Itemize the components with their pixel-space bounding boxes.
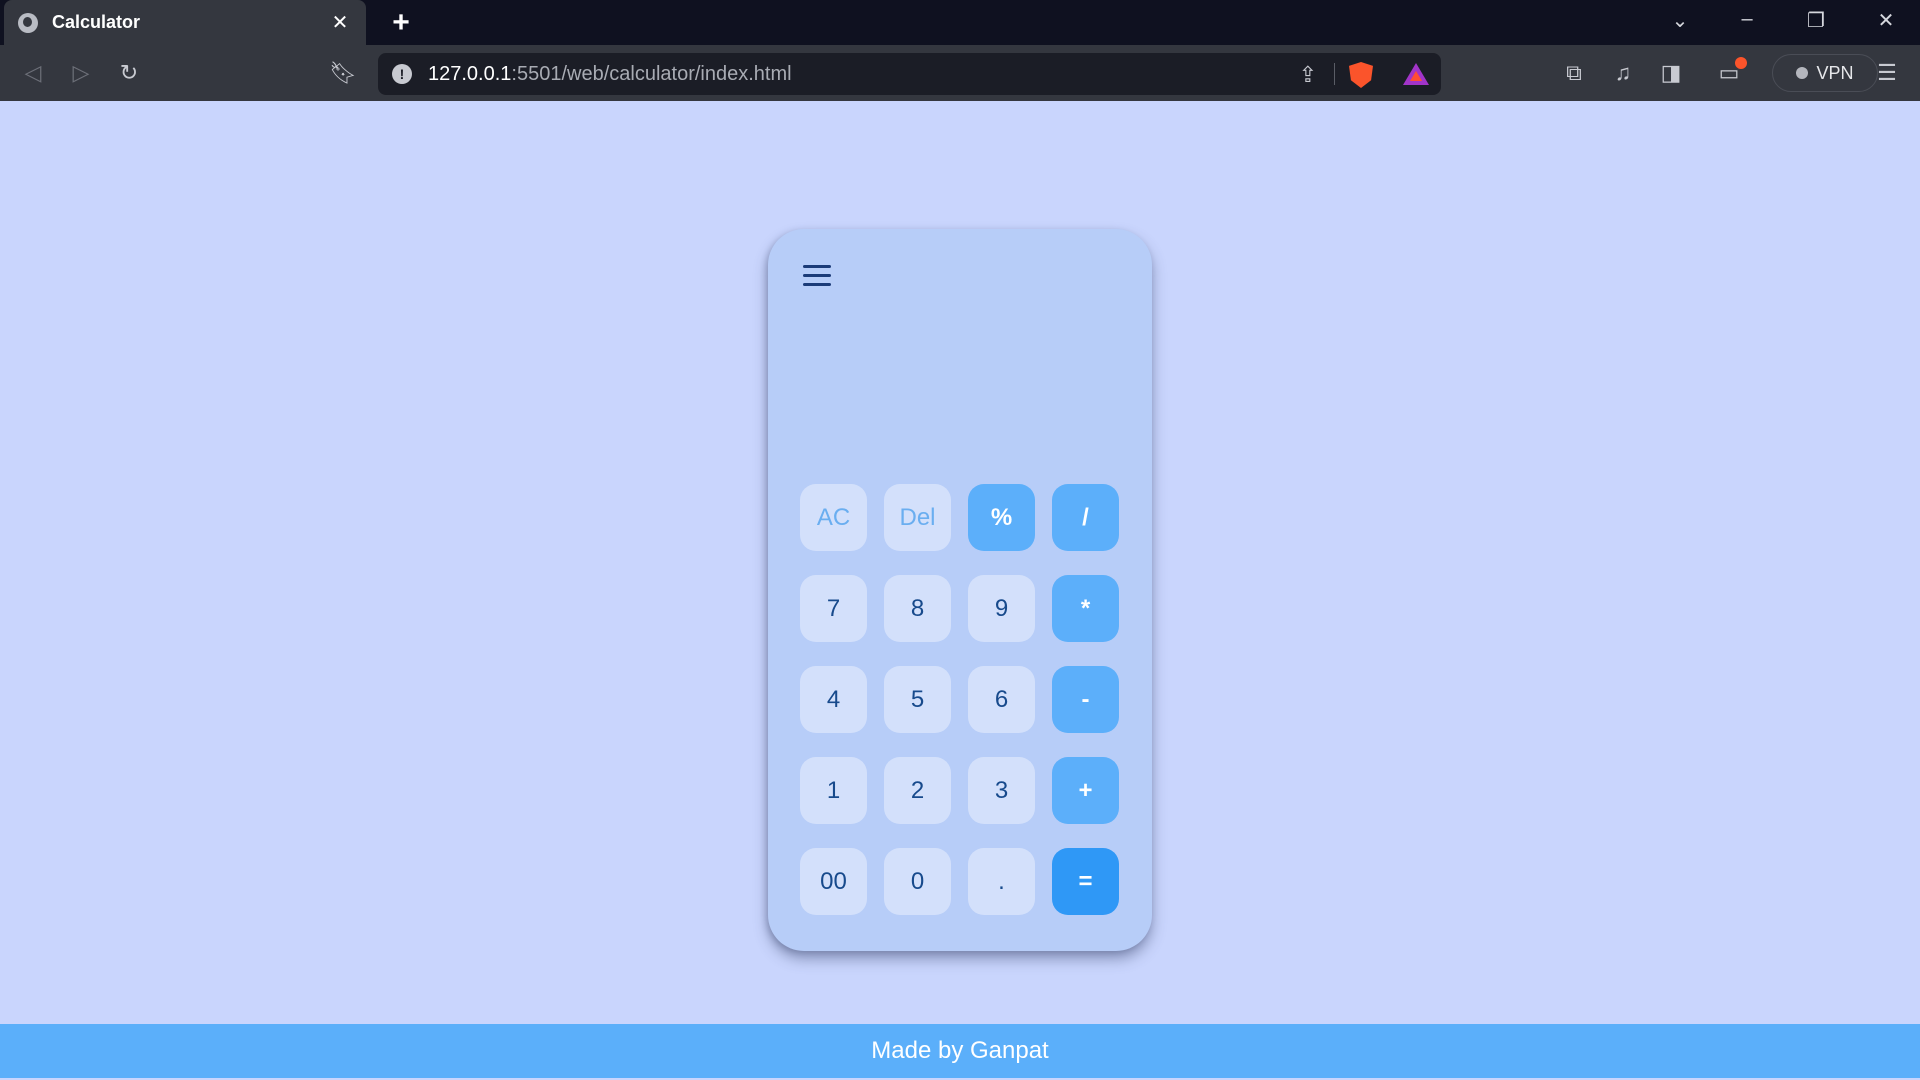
footer: Made by Ganpat xyxy=(0,1024,1920,1078)
multiply-button[interactable]: * xyxy=(1052,575,1119,642)
address-bar[interactable]: ! 127.0.0.1:5501/web/calculator/index.ht… xyxy=(378,53,1441,95)
url-path: :5501/web/calculator/index.html xyxy=(511,62,792,85)
back-icon[interactable]: ◁ xyxy=(18,59,48,89)
bookmark-icon[interactable]: 🔖︎ xyxy=(328,59,358,89)
divider xyxy=(1334,63,1335,85)
digit-9-button[interactable]: 9 xyxy=(968,575,1035,642)
main-menu-icon[interactable]: ☰ xyxy=(1872,59,1902,89)
digit-8-button[interactable]: 8 xyxy=(884,575,951,642)
digit-1-button[interactable]: 1 xyxy=(800,757,867,824)
calculator-display xyxy=(798,309,1122,419)
close-window-button[interactable]: ✕ xyxy=(1866,8,1906,33)
vpn-status-icon xyxy=(1796,67,1809,79)
url-host: 127.0.0.1 xyxy=(428,62,512,85)
tab-search-chevron-icon[interactable]: ⌄ xyxy=(1660,8,1700,33)
footer-text: Made by Ganpat xyxy=(871,1037,1049,1064)
tab-bar: Calculator ✕ + ⌄ – ❐ ✕ xyxy=(0,0,1920,45)
equals-button[interactable]: = xyxy=(1052,848,1119,915)
divide-button[interactable]: / xyxy=(1052,484,1119,551)
sidebar-icon[interactable]: ◨ xyxy=(1656,59,1686,89)
digit-3-button[interactable]: 3 xyxy=(968,757,1035,824)
add-button[interactable]: + xyxy=(1052,757,1119,824)
digit-7-button[interactable]: 7 xyxy=(800,575,867,642)
share-icon[interactable]: ⇪ xyxy=(1299,62,1317,88)
digit-4-button[interactable]: 4 xyxy=(800,666,867,733)
media-icon[interactable]: ♫ xyxy=(1608,59,1638,89)
calculator: AC Del%/7 8 9 * 4 5 6-1 2 3 +00 0. = xyxy=(768,229,1152,951)
hamburger-menu-icon[interactable] xyxy=(803,265,831,287)
close-tab-icon[interactable]: ✕ xyxy=(328,10,352,35)
tab-title: Calculator xyxy=(52,12,141,32)
extensions-icon[interactable]: ⧉ xyxy=(1559,59,1589,89)
vpn-label: VPN xyxy=(1816,62,1854,83)
double-zero-button[interactable]: 00 xyxy=(800,848,867,915)
site-info-icon[interactable]: ! xyxy=(392,64,412,84)
reload-icon[interactable]: ↻ xyxy=(114,59,144,89)
notification-badge xyxy=(1735,57,1747,69)
clear-button[interactable]: AC xyxy=(800,484,867,551)
digit-6-button[interactable]: 6 xyxy=(968,666,1035,733)
page-content: AC Del%/7 8 9 * 4 5 6-1 2 3 +00 0. = Made by Ganpat xyxy=(0,101,1920,1080)
decimal-button[interactable]: . xyxy=(968,848,1035,915)
subtract-button[interactable]: - xyxy=(1052,666,1119,733)
brave-shields-icon[interactable] xyxy=(1349,62,1373,88)
tab-calculator[interactable]: Calculator ✕ xyxy=(4,0,366,45)
keypad: AC Del%/7 8 9 * 4 5 6-1 2 3 +00 0. = xyxy=(800,484,1120,915)
forward-icon[interactable]: ▷ xyxy=(66,59,96,89)
digit-2-button[interactable]: 2 xyxy=(884,757,951,824)
digit-0-button[interactable]: 0 xyxy=(884,848,951,915)
browser-toolbar: ◁ ▷ ↻ 🔖︎ ! 127.0.0.1:5501/web/calculator… xyxy=(0,45,1920,101)
vpn-button[interactable]: VPN xyxy=(1772,54,1878,92)
percent-button[interactable]: % xyxy=(968,484,1035,551)
digit-5-button[interactable]: 5 xyxy=(884,666,951,733)
delete-button[interactable]: Del xyxy=(884,484,951,551)
globe-icon xyxy=(18,12,38,33)
new-tab-button[interactable]: + xyxy=(386,6,416,40)
minimize-button[interactable]: – xyxy=(1727,8,1767,31)
brave-rewards-icon[interactable] xyxy=(1403,63,1429,85)
restore-button[interactable]: ❐ xyxy=(1796,8,1836,33)
